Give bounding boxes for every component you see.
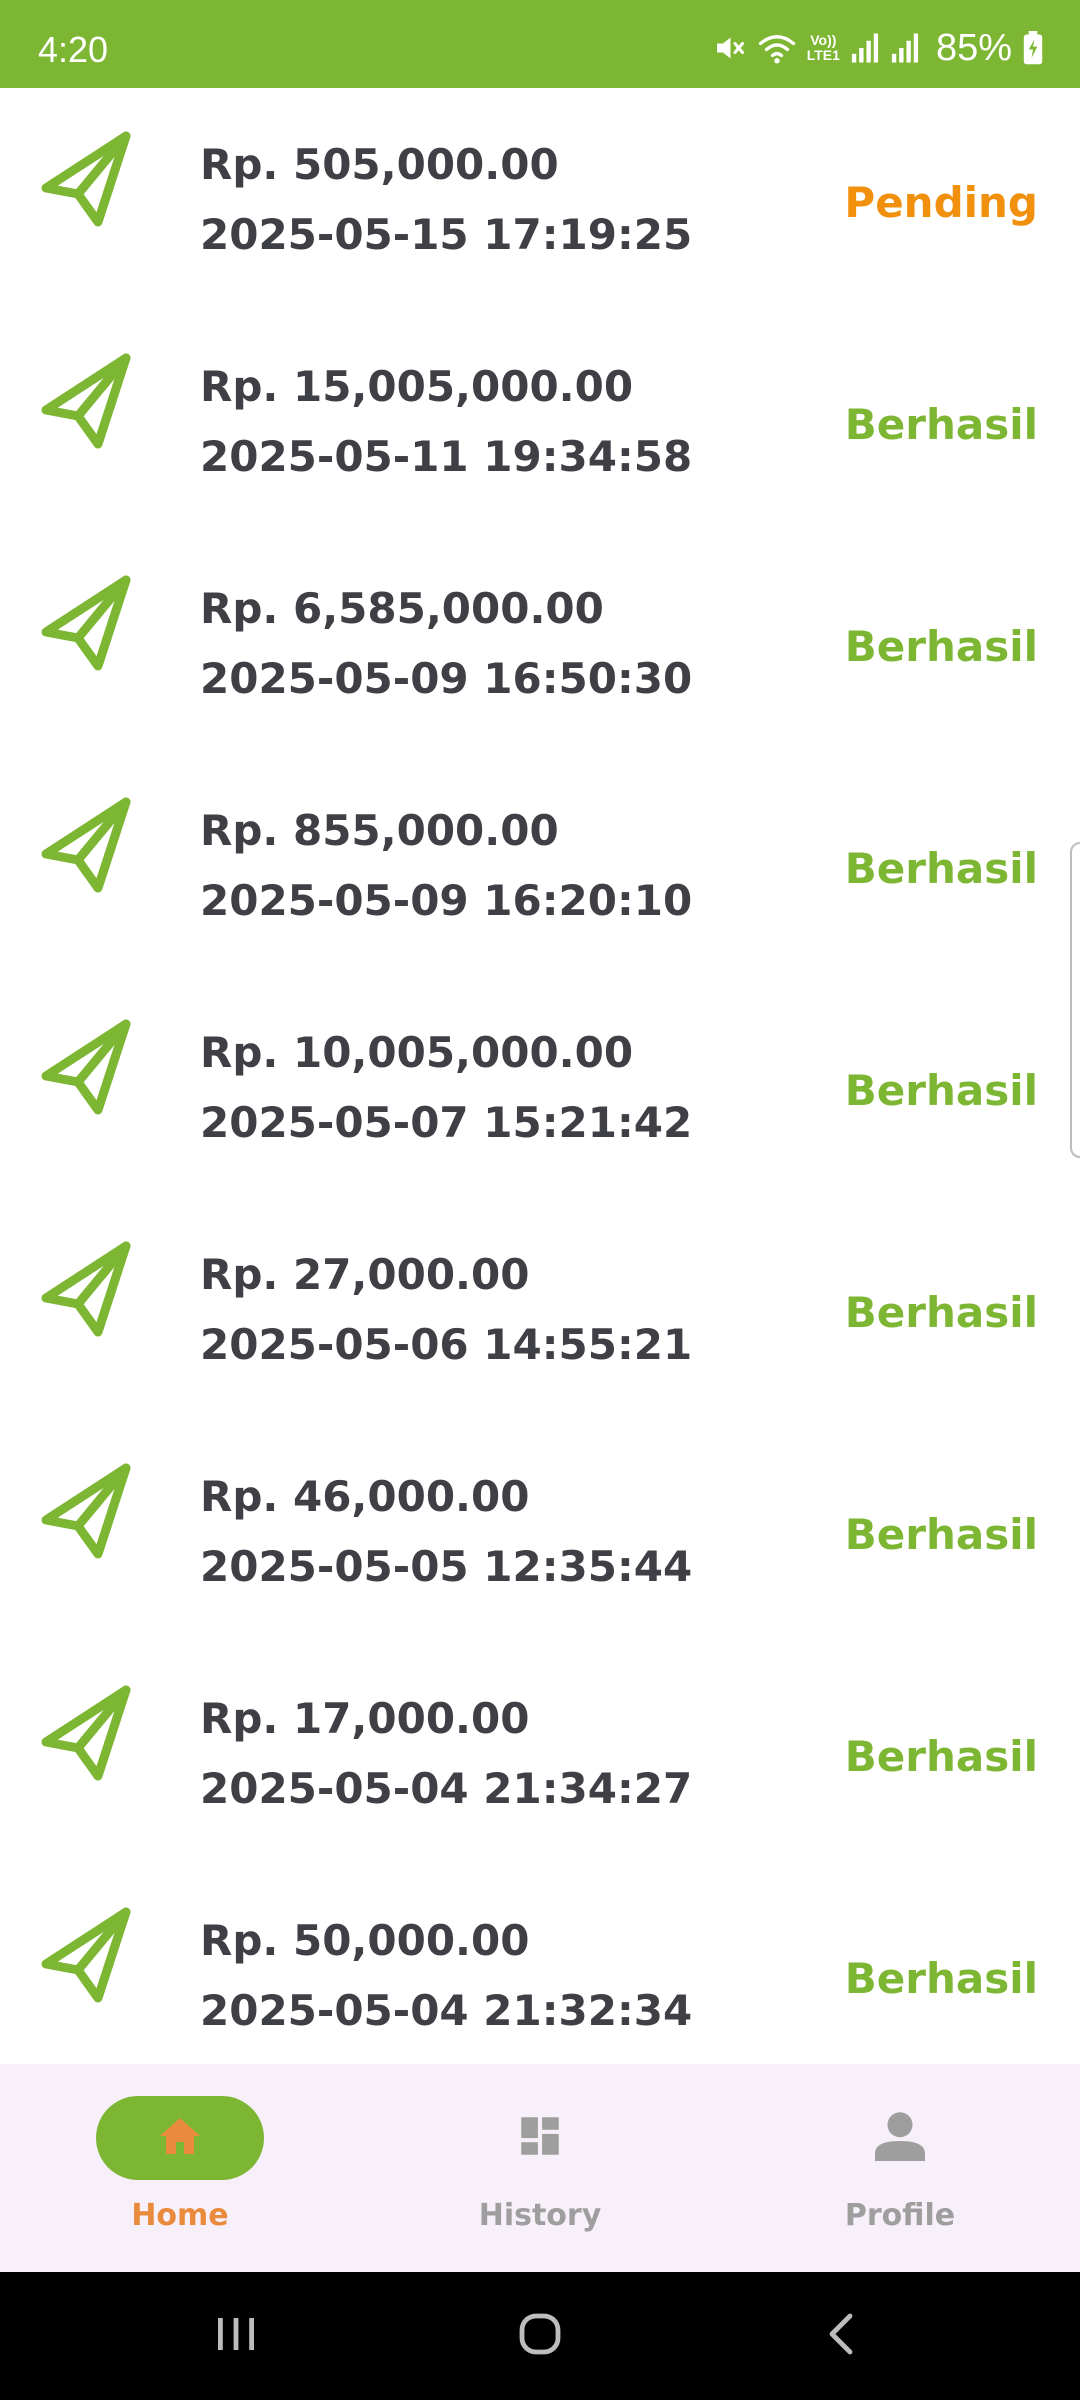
transaction-amount: Rp. 27,000.00 [200,1250,530,1299]
status-icons: Vo)) LTE1 85% [711,0,1044,88]
paper-plane-icon [38,1460,138,1560]
transaction-status: Pending [844,178,1038,227]
transaction-amount: Rp. 10,005,000.00 [200,1028,634,1077]
dashboard-icon [515,2111,565,2165]
transaction-row[interactable]: Rp. 10,005,000.00 2025-05-07 15:21:42 Berh… [0,976,1080,1198]
transaction-status: Berhasil [844,1510,1038,1559]
bottom-navigation: Home History Profile [0,2064,1080,2272]
transaction-row[interactable]: Rp. 46,000.00 2025-05-05 12:35:44 Berhasil [0,1420,1080,1642]
nav-label-profile: Profile [844,2198,956,2233]
transaction-datetime: 2025-05-11 19:34:58 [200,432,693,481]
app-root: 4:20 Vo)) LTE1 85% Rp. 505,000.00 2025-0… [0,0,1080,2400]
paper-plane-icon [38,794,138,894]
nav-label-history: History [478,2198,602,2233]
transaction-datetime: 2025-05-04 21:34:27 [200,1764,693,1813]
transaction-status: Berhasil [844,844,1038,893]
battery-percentage: 85% [935,27,1012,69]
transaction-list[interactable]: Rp. 505,000.00 2025-05-15 17:19:25 Pending… [0,88,1080,2064]
nav-item-home[interactable]: Home [0,2064,360,2272]
status-bar: 4:20 Vo)) LTE1 85% [0,0,1080,88]
person-icon [870,2106,930,2170]
paper-plane-icon [38,1016,138,1116]
status-time: 4:20 [38,29,109,70]
home-circle-icon [516,2310,564,2362]
transaction-row[interactable]: Rp. 50,000.00 2025-05-04 21:32:34 Berhasil [0,1864,1080,2064]
transaction-row[interactable]: Rp. 505,000.00 2025-05-15 17:19:25 Pending [0,88,1080,310]
transaction-status: Berhasil [844,1288,1038,1337]
volte-label-top: Vo)) [810,32,837,48]
transaction-status: Berhasil [844,1732,1038,1781]
transaction-status: Berhasil [844,622,1038,671]
transaction-status: Berhasil [844,1066,1038,1115]
transaction-datetime: 2025-05-06 14:55:21 [200,1320,693,1369]
transaction-amount: Rp. 505,000.00 [200,140,559,189]
transaction-amount: Rp. 6,585,000.00 [200,584,604,633]
system-navigation-bar [0,2272,1080,2400]
transaction-status: Berhasil [844,400,1038,449]
volte-label-bottom: LTE1 [806,47,840,63]
mute-icon [711,30,747,66]
transaction-row[interactable]: Rp. 6,585,000.00 2025-05-09 16:50:30 Berha… [0,532,1080,754]
recents-button[interactable] [196,2296,276,2376]
paper-plane-icon [38,572,138,672]
transaction-datetime: 2025-05-07 15:21:42 [200,1098,693,1147]
nav-profile-indicator [816,2096,984,2180]
transaction-datetime: 2025-05-15 17:19:25 [200,210,693,259]
paper-plane-icon [38,1904,138,2004]
nav-label-home: Home [131,2198,229,2233]
transaction-datetime: 2025-05-09 16:50:30 [200,654,693,703]
transaction-amount: Rp. 15,005,000.00 [200,362,634,411]
back-button[interactable] [802,2296,882,2376]
volte-icon: Vo)) LTE1 [807,33,840,63]
transaction-amount: Rp. 50,000.00 [200,1916,530,1965]
recents-icon [214,2314,258,2358]
transaction-amount: Rp. 855,000.00 [200,806,559,855]
signal-icon [850,32,880,64]
nav-home-indicator [96,2096,264,2180]
transaction-datetime: 2025-05-04 21:32:34 [200,1986,693,2035]
transaction-amount: Rp. 46,000.00 [200,1472,530,1521]
wifi-icon [757,30,797,66]
transaction-row[interactable]: Rp. 17,000.00 2025-05-04 21:34:27 Berhasil [0,1642,1080,1864]
transaction-status: Berhasil [844,1954,1038,2003]
system-home-button[interactable] [500,2296,580,2376]
paper-plane-icon [38,1238,138,1338]
nav-item-profile[interactable]: Profile [720,2064,1080,2272]
nav-history-indicator [456,2096,624,2180]
transaction-row[interactable]: Rp. 27,000.00 2025-05-06 14:55:21 Berhasil [0,1198,1080,1420]
back-icon [822,2310,862,2362]
signal-icon [890,32,920,64]
paper-plane-icon [38,350,138,450]
paper-plane-icon [38,128,138,228]
transaction-amount: Rp. 17,000.00 [200,1694,530,1743]
home-icon [156,2112,204,2164]
paper-plane-icon [38,1682,138,1782]
transaction-row[interactable]: Rp. 855,000.00 2025-05-09 16:20:10 Berhasi… [0,754,1080,976]
transaction-row[interactable]: Rp. 15,005,000.00 2025-05-11 19:34:58 Berh… [0,310,1080,532]
battery-charging-icon [1022,31,1044,65]
scroll-indicator[interactable] [1070,842,1080,1158]
transaction-datetime: 2025-05-09 16:20:10 [200,876,693,925]
nav-item-history[interactable]: History [360,2064,720,2272]
transaction-datetime: 2025-05-05 12:35:44 [200,1542,693,1591]
